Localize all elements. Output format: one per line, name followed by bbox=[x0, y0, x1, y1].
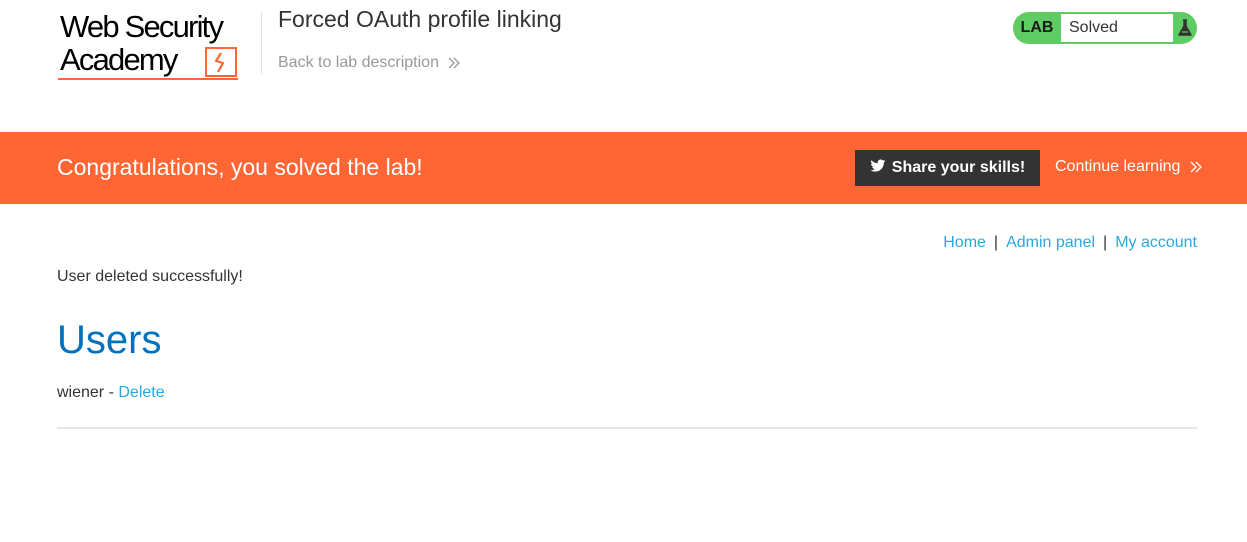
logo-text-line1: Web Security bbox=[60, 9, 224, 44]
logo-underline bbox=[58, 78, 238, 80]
content-divider bbox=[57, 427, 1197, 429]
nav-separator: | bbox=[1103, 234, 1108, 251]
flask-icon bbox=[1178, 19, 1192, 36]
continue-learning-link[interactable]: Continue learning bbox=[1055, 158, 1203, 176]
nav-admin-panel-link[interactable]: Admin panel bbox=[1006, 234, 1095, 251]
back-link-label: Back to lab description bbox=[278, 54, 439, 71]
site-header: Web Security Academy Forced OAuth profil… bbox=[0, 0, 1247, 132]
users-heading: Users bbox=[57, 318, 162, 362]
nav-my-account-link[interactable]: My account bbox=[1115, 234, 1197, 251]
logo-text-line2: Academy bbox=[60, 42, 178, 77]
user-list-item: wiener - Delete bbox=[57, 384, 165, 402]
delete-user-link[interactable]: Delete bbox=[118, 384, 164, 401]
share-button-label: Share your skills! bbox=[891, 159, 1026, 176]
flash-message: User deleted successfully! bbox=[57, 268, 243, 285]
top-navigation: Home | Admin panel | My account bbox=[943, 234, 1197, 252]
logo-bolt-icon bbox=[205, 47, 237, 77]
lab-title: Forced OAuth profile linking bbox=[278, 6, 562, 32]
nav-separator: | bbox=[993, 234, 999, 251]
congratulations-message: Congratulations, you solved the lab! bbox=[57, 154, 423, 180]
share-your-skills-button[interactable]: Share your skills! bbox=[855, 150, 1040, 186]
double-chevron-right-icon bbox=[1190, 161, 1202, 173]
lab-badge: LAB bbox=[1020, 19, 1054, 36]
double-chevron-right-icon bbox=[448, 57, 461, 69]
continue-learning-label: Continue learning bbox=[1055, 158, 1181, 175]
nav-home-link[interactable]: Home bbox=[943, 234, 986, 251]
twitter-bird-icon bbox=[870, 159, 886, 172]
lab-status-text: Solved bbox=[1061, 14, 1173, 42]
back-to-lab-description-link[interactable]: Back to lab description bbox=[278, 54, 461, 72]
header-divider bbox=[261, 12, 262, 74]
web-security-academy-logo[interactable]: Web Security Academy bbox=[58, 10, 258, 82]
lab-status-widget: LAB Solved bbox=[1013, 12, 1197, 44]
user-separator: - bbox=[104, 384, 119, 401]
solved-banner: Congratulations, you solved the lab! Sha… bbox=[0, 132, 1247, 204]
user-name: wiener bbox=[57, 384, 105, 401]
